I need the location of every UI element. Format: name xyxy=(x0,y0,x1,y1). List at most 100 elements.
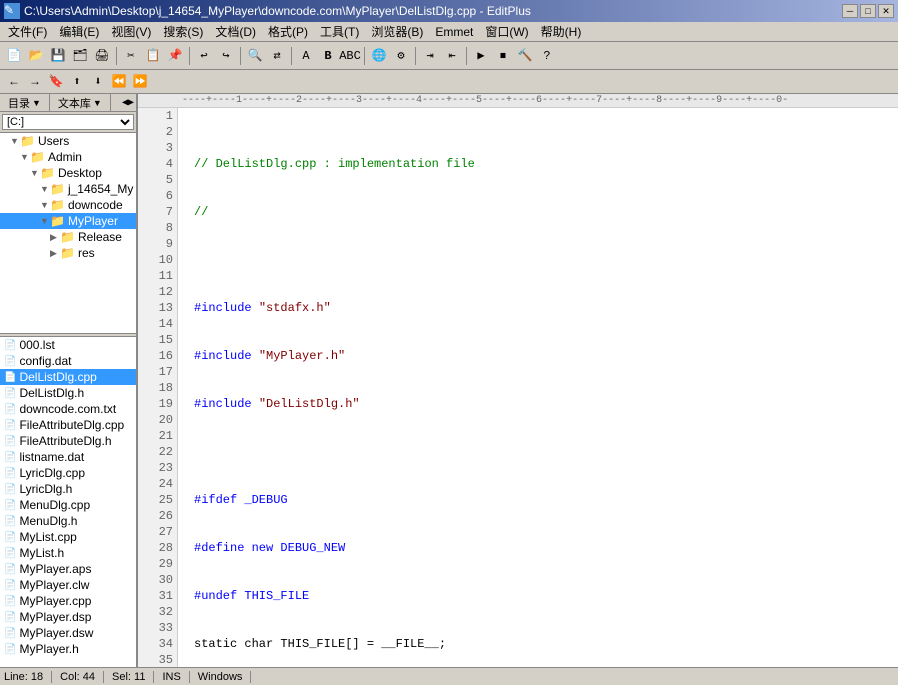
file-item-menudlgcpp[interactable]: 📄 MenuDlg.cpp xyxy=(0,497,136,513)
toolbar2-btn5[interactable]: ⬇ xyxy=(88,72,108,92)
menu-help[interactable]: 帮助(H) xyxy=(535,21,588,42)
line-num-16: 16 xyxy=(142,348,173,364)
expand-icon-admin: ▼ xyxy=(20,152,30,162)
file-item-menudlgh[interactable]: 📄 MenuDlg.h xyxy=(0,513,136,529)
minimize-button[interactable]: ─ xyxy=(842,4,858,18)
tree-item-release[interactable]: ▶ 📁 Release xyxy=(0,229,136,245)
line-num-28: 28 xyxy=(142,540,173,556)
toolbar-separator-6 xyxy=(415,47,416,65)
file-item-myplayerdsw[interactable]: 📄 MyPlayer.dsw xyxy=(0,625,136,641)
menu-edit[interactable]: 编辑(E) xyxy=(53,21,105,42)
folder-icon-myplayer: 📁 xyxy=(50,214,65,228)
browser-button[interactable]: 🌐 xyxy=(369,46,389,66)
tree-item-downcode[interactable]: ▼ 📁 downcode xyxy=(0,197,136,213)
tree-item-desktop[interactable]: ▼ 📁 Desktop xyxy=(0,165,136,181)
replace-button[interactable]: ⇄ xyxy=(267,46,287,66)
file-item-myplayerh[interactable]: 📄 MyPlayer.h xyxy=(0,641,136,657)
menu-search[interactable]: 搜索(S) xyxy=(157,21,209,42)
file-item-myplayeraps[interactable]: 📄 MyPlayer.aps xyxy=(0,561,136,577)
line-num-35: 35 xyxy=(142,652,173,667)
undo-button[interactable]: ↩ xyxy=(194,46,214,66)
toolbar2-btn3[interactable]: 🔖 xyxy=(46,72,66,92)
paste-button[interactable]: 📌 xyxy=(165,46,185,66)
file-item-lyricdlgh[interactable]: 📄 LyricDlg.h xyxy=(0,481,136,497)
settings-button[interactable]: ⚙ xyxy=(391,46,411,66)
tree-item-myplayer[interactable]: ▼ 📁 MyPlayer xyxy=(0,213,136,229)
find-button[interactable]: 🔍 xyxy=(245,46,265,66)
toolbar2-btn6[interactable]: ⏪ xyxy=(109,72,129,92)
file-item-mylisth[interactable]: 📄 MyList.h xyxy=(0,545,136,561)
code-editor[interactable]: // DelListDlg.cpp : implementation file … xyxy=(178,108,898,667)
file-item-fileattrdlgh[interactable]: 📄 FileAttributeDlg.h xyxy=(0,433,136,449)
copy-button[interactable]: 📋 xyxy=(143,46,163,66)
line-num-34: 34 xyxy=(142,636,173,652)
tree-item-admin[interactable]: ▼ 📁 Admin xyxy=(0,149,136,165)
menu-emmet[interactable]: Emmet xyxy=(429,23,479,41)
open-file-button[interactable]: 📂 xyxy=(26,46,46,66)
menu-browser[interactable]: 浏览器(B) xyxy=(365,21,429,42)
status-mode: INS xyxy=(162,671,189,683)
menu-format[interactable]: 格式(P) xyxy=(262,21,314,42)
left-panel-next[interactable]: ▶ xyxy=(128,97,134,109)
stop-button[interactable]: ⏹ xyxy=(493,46,513,66)
new-file-button[interactable]: 📄 xyxy=(4,46,24,66)
tree-item-users[interactable]: ▼ 📁 Users xyxy=(0,133,136,149)
file-item-myplayercpp[interactable]: 📄 MyPlayer.cpp xyxy=(0,593,136,609)
toolbar2-btn4[interactable]: ⬆ xyxy=(67,72,87,92)
code-content[interactable]: 1 2 3 4 5 6 7 8 9 10 11 12 13 14 15 16 1… xyxy=(138,108,898,667)
file-item-configdat[interactable]: 📄 config.dat xyxy=(0,353,136,369)
cut-button[interactable]: ✂ xyxy=(121,46,141,66)
outdent-button[interactable]: ⇤ xyxy=(442,46,462,66)
build-button[interactable]: 🔨 xyxy=(515,46,535,66)
tab-textlib-arrow: ▼ xyxy=(93,98,102,108)
line-num-29: 29 xyxy=(142,556,173,572)
line-num-14: 14 xyxy=(142,316,173,332)
bold-button[interactable]: B xyxy=(318,46,338,66)
file-icon-fileattrdlgh: 📄 xyxy=(4,436,16,447)
maximize-button[interactable]: □ xyxy=(860,4,876,18)
code-line-4: #include "stdafx.h" xyxy=(182,300,894,316)
line-num-24: 24 xyxy=(142,476,173,492)
menu-view[interactable]: 视图(V) xyxy=(105,21,157,42)
menu-window[interactable]: 窗口(W) xyxy=(479,21,534,42)
file-item-myplayerdsp[interactable]: 📄 MyPlayer.dsp xyxy=(0,609,136,625)
toolbar-separator-3 xyxy=(240,47,241,65)
close-button[interactable]: ✕ xyxy=(878,4,894,18)
tab-directory[interactable]: 目录 ▼ xyxy=(0,94,50,111)
file-item-dellistdlgh[interactable]: 📄 DelListDlg.h xyxy=(0,385,136,401)
toolbar2-btn1[interactable]: ← xyxy=(4,72,24,92)
indent-button[interactable]: ⇥ xyxy=(420,46,440,66)
tree-item-j14654[interactable]: ▼ 📁 j_14654_My xyxy=(0,181,136,197)
line-num-3: 3 xyxy=(142,140,173,156)
menu-document[interactable]: 文档(D) xyxy=(209,21,262,42)
font-button[interactable]: A xyxy=(296,46,316,66)
menu-file[interactable]: 文件(F) xyxy=(2,21,53,42)
toolbar2-btn7[interactable]: ⏩ xyxy=(130,72,150,92)
save-all-button[interactable]: 🗂 xyxy=(70,46,90,66)
file-item-lyricdlgcpp[interactable]: 📄 LyricDlg.cpp xyxy=(0,465,136,481)
spell-check-button[interactable]: ABC xyxy=(340,46,360,66)
redo-button[interactable]: ↪ xyxy=(216,46,236,66)
tree-item-res[interactable]: ▶ 📁 res xyxy=(0,245,136,261)
run-button[interactable]: ▶ xyxy=(471,46,491,66)
file-item-fileattrdlgcpp[interactable]: 📄 FileAttributeDlg.cpp xyxy=(0,417,136,433)
tab-textlib[interactable]: 文本库 ▼ xyxy=(50,94,111,111)
print-button[interactable]: 🖨 xyxy=(92,46,112,66)
toolbar-separator-7 xyxy=(466,47,467,65)
file-item-myplayerclw[interactable]: 📄 MyPlayer.clw xyxy=(0,577,136,593)
menu-tools[interactable]: 工具(T) xyxy=(314,21,365,42)
line-num-11: 11 xyxy=(142,268,173,284)
folder-icon-res: 📁 xyxy=(60,246,75,260)
folder-tree: ▼ 📁 Users ▼ 📁 Admin ▼ 📁 Desktop ▼ 📁 j_14… xyxy=(0,133,136,333)
file-item-listnamedat[interactable]: 📄 listname.dat xyxy=(0,449,136,465)
folder-icon-users: 📁 xyxy=(20,134,35,148)
help-button[interactable]: ? xyxy=(537,46,557,66)
file-item-downcodetxt[interactable]: 📄 downcode.com.txt xyxy=(0,401,136,417)
code-line-3 xyxy=(182,252,894,268)
toolbar2-btn2[interactable]: → xyxy=(25,72,45,92)
file-item-mylistcpp[interactable]: 📄 MyList.cpp xyxy=(0,529,136,545)
save-file-button[interactable]: 💾 xyxy=(48,46,68,66)
file-item-000lst[interactable]: 📄 000.lst xyxy=(0,337,136,353)
drive-select[interactable]: [C:] xyxy=(2,114,134,130)
file-item-dellistdlgcpp[interactable]: 📄 DelListDlg.cpp xyxy=(0,369,136,385)
